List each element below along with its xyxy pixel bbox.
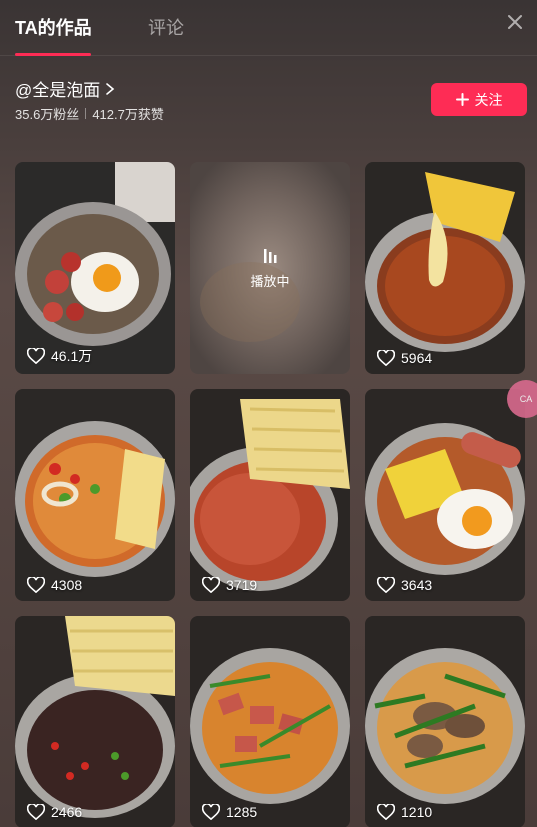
playing-overlay: 播放中 — [190, 162, 350, 374]
heart-icon — [377, 577, 395, 593]
follow-button[interactable]: 关注 — [431, 83, 527, 116]
like-count-value: 3643 — [401, 577, 433, 593]
video-card[interactable]: 3719 — [190, 389, 350, 601]
profile-name: @全是泡面 — [15, 81, 101, 100]
like-count-value: 3719 — [226, 577, 258, 593]
like-indicator: 3643 — [377, 577, 432, 593]
follow-label: 关注 — [474, 91, 503, 108]
playing-bars-icon — [264, 248, 277, 263]
like-indicator: 3719 — [202, 577, 257, 593]
video-thumbnail — [365, 389, 525, 601]
video-card[interactable]: 46.1万 — [15, 162, 175, 374]
like-indicator: 2466 — [27, 804, 82, 820]
video-thumbnail — [190, 389, 350, 601]
video-thumbnail — [365, 162, 525, 374]
like-indicator: 4308 — [27, 577, 82, 593]
video-thumbnail — [365, 616, 525, 827]
like-indicator: 46.1万 — [27, 346, 92, 366]
profile-name-link[interactable]: @全是泡面 — [15, 76, 116, 101]
heart-icon — [27, 804, 45, 820]
video-thumbnail — [190, 616, 350, 827]
plus-icon — [455, 93, 469, 106]
video-card[interactable]: 4308 — [15, 389, 175, 601]
like-count-value: 46.1万 — [51, 348, 93, 364]
like-count-value: 2466 — [51, 804, 83, 820]
video-card[interactable]: 1285 — [190, 616, 350, 827]
like-count-value: 1210 — [401, 804, 433, 820]
like-count-value: 5964 — [401, 350, 433, 366]
like-count-value: 4308 — [51, 577, 83, 593]
heart-icon — [202, 577, 220, 593]
video-thumbnail — [15, 162, 175, 374]
close-icon[interactable] — [505, 12, 525, 32]
heart-icon — [377, 804, 395, 820]
stats-divider — [85, 108, 87, 119]
video-thumbnail — [15, 616, 175, 827]
like-count: 412.7万获赞 — [92, 107, 164, 122]
tab-comments[interactable]: 评论 — [148, 14, 184, 40]
video-card[interactable]: 2466 — [15, 616, 175, 827]
video-thumbnail — [15, 389, 175, 601]
like-count-value: 1285 — [226, 804, 258, 820]
tab-works[interactable]: TA的作品 — [15, 14, 92, 40]
heart-icon — [202, 804, 220, 820]
floating-badge[interactable]: CA — [507, 380, 537, 418]
like-indicator: 1285 — [202, 804, 257, 820]
tab-bar: TA的作品 评论 — [0, 0, 537, 56]
video-card[interactable]: 5964 — [365, 162, 525, 374]
like-indicator: 5964 — [377, 350, 432, 366]
heart-icon — [27, 348, 45, 364]
video-card[interactable]: 1210 — [365, 616, 525, 827]
video-card[interactable]: 3643 — [365, 389, 525, 601]
heart-icon — [27, 577, 45, 593]
heart-icon — [377, 350, 395, 366]
follower-count: 35.6万粉丝 — [15, 107, 80, 122]
profile-stats: 35.6万粉丝 412.7万获赞 — [15, 104, 164, 123]
video-card-playing[interactable]: 播放中 — [190, 162, 350, 374]
chevron-right-icon — [106, 82, 115, 95]
like-indicator: 1210 — [377, 804, 432, 820]
playing-label: 播放中 — [250, 273, 290, 289]
active-tab-indicator — [15, 53, 91, 56]
